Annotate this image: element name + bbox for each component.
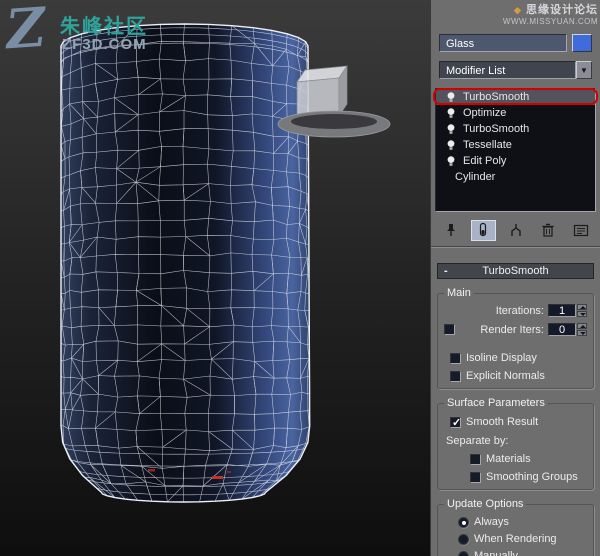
group-update-options: Update Options Always When Rendering Man… [437,498,594,556]
ring-inner [291,114,377,129]
always-radio[interactable] [458,516,469,528]
command-panel: Glass Modifier List ▼ TurboSmooth Optimi… [430,0,600,556]
render-iters-field[interactable]: 0 [548,323,576,336]
stack-item-turbosmooth-top[interactable]: TurboSmooth [433,88,598,105]
iterations-field[interactable]: 1 [548,304,576,317]
group-update-title: Update Options [447,498,524,510]
viewport-3d[interactable]: Z 朱峰社区 ZF3D.COM [0,0,430,556]
manually-label: Manually [474,550,519,556]
wireframe-cylinder [0,0,430,556]
modifier-list-dropdown[interactable]: Modifier List [439,61,576,79]
smoothing-groups-row: Smoothing Groups [470,471,587,483]
stack-item-label: Optimize [463,107,507,119]
rollout-header-turbosmooth[interactable]: - TurboSmooth [437,263,594,279]
stack-item-optimize[interactable]: Optimize [436,105,595,121]
stack-item-label: Tessellate [463,139,512,151]
stack-toolbar [438,219,593,241]
manually-radio[interactable] [458,550,469,556]
group-main-title: Main [447,287,471,299]
red-mark-1 [212,476,223,479]
isoline-checkbox[interactable] [450,352,461,364]
bulb-icon[interactable] [446,139,456,152]
configure-modifier-sets-icon[interactable] [568,220,593,241]
modifier-stack-list[interactable]: TurboSmooth Optimize TurboSmooth Tessell… [433,88,598,212]
group-surface-parameters: Surface Parameters Smooth Result Separat… [437,397,594,490]
materials-label: Materials [486,453,531,465]
render-iters-row: Render Iters: 0 [444,321,587,338]
stack-item-label: TurboSmooth [463,91,530,103]
make-unique-icon[interactable] [503,220,528,241]
stack-item-label: Cylinder [455,171,496,183]
group-main: Main Iterations: 1 Render Iters: 0 Isoli… [437,287,594,389]
pin-stack-icon[interactable] [438,220,463,241]
iterations-spinner[interactable] [577,304,587,317]
isoline-row: Isoline Display [450,352,587,364]
stack-item-tessellate[interactable]: Tessellate [436,137,595,153]
manually-row: Manually [458,550,589,556]
iterations-row: Iterations: 1 [444,302,587,319]
render-iters-spinner[interactable] [577,323,587,336]
collapse-icon[interactable]: - [444,264,448,278]
bulb-icon[interactable] [446,91,456,104]
when-rendering-label: When Rendering [474,533,557,545]
smooth-result-label: Smooth Result [466,416,539,428]
max-window: Z 朱峰社区 ZF3D.COM ◆ 思缘设计论坛 WWW.MISSYUAN.CO… [0,0,600,556]
smoothing-groups-label: Smoothing Groups [486,471,578,483]
materials-checkbox[interactable] [470,453,481,465]
materials-row: Materials [470,453,587,465]
smoothing-groups-checkbox[interactable] [470,471,481,483]
iterations-label: Iterations: [495,304,544,317]
explicit-normals-label: Explicit Normals [466,370,545,382]
group-surface-title: Surface Parameters [447,397,545,409]
object-name-field[interactable]: Glass [439,33,567,52]
red-mark-2 [148,469,155,472]
stack-item-label: TurboSmooth [463,123,530,135]
divider [431,246,600,248]
isoline-label: Isoline Display [466,352,537,364]
object-color-swatch[interactable] [572,33,592,52]
stack-item-cylinder[interactable]: Cylinder [436,169,595,185]
render-iters-checkbox[interactable] [444,324,455,335]
when-rendering-radio[interactable] [458,533,469,545]
remove-modifier-icon[interactable] [536,220,561,241]
render-iters-label: Render Iters: [480,323,544,336]
rollout-title: TurboSmooth [482,265,549,277]
smooth-result-checkbox[interactable] [450,416,461,429]
explicit-normals-checkbox[interactable] [450,370,461,382]
stack-item-label: Edit Poly [463,155,507,167]
when-rendering-row: When Rendering [458,533,589,545]
smooth-result-row: Smooth Result [450,416,587,429]
stack-item-edit-poly[interactable]: Edit Poly [436,153,595,169]
separate-by-label: Separate by: [446,435,509,447]
always-label: Always [474,516,509,528]
chevron-down-icon[interactable]: ▼ [576,61,592,79]
always-row: Always [458,516,589,528]
stack-item-turbosmooth-2[interactable]: TurboSmooth [436,121,595,137]
explicit-normals-row: Explicit Normals [450,370,587,382]
bulb-icon[interactable] [446,107,456,120]
bulb-icon[interactable] [446,123,456,136]
bulb-icon[interactable] [446,155,456,168]
show-end-result-icon[interactable] [470,219,496,241]
red-mark-3 [227,471,231,473]
